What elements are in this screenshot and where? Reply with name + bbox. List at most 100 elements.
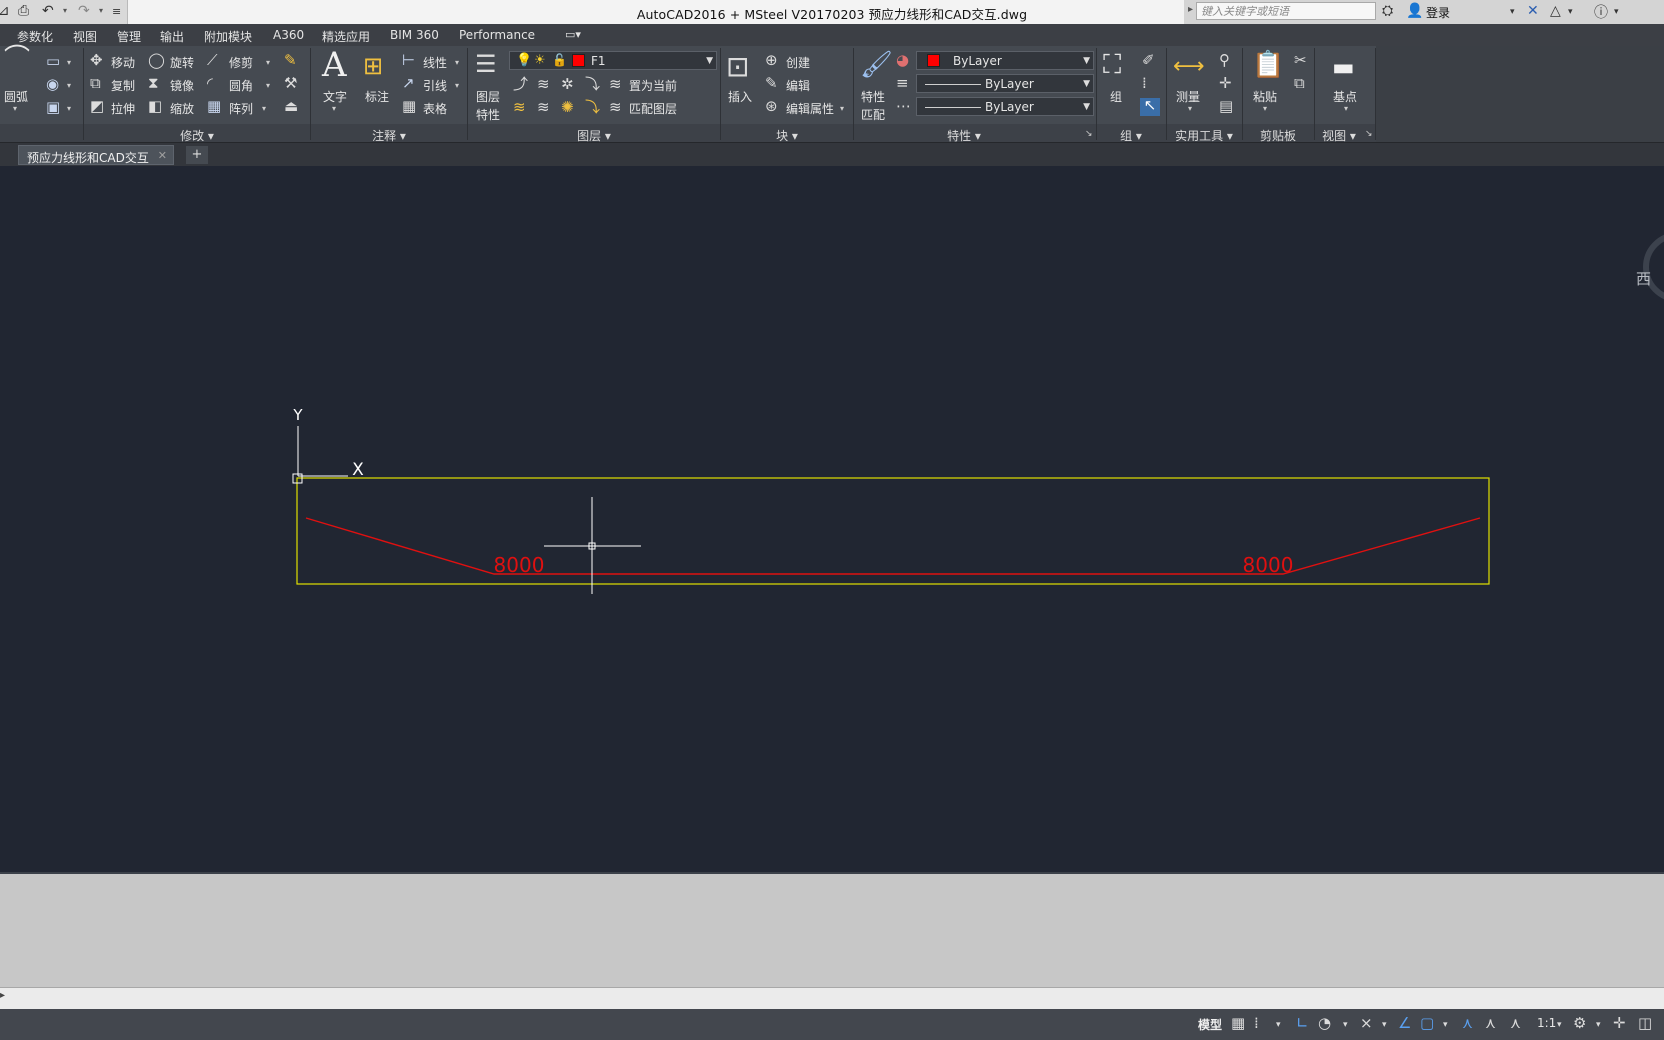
snap-dropdown-icon[interactable]: ▾ xyxy=(1276,1020,1281,1030)
set-current-button[interactable]: 置为当前 xyxy=(629,77,677,94)
base-view-icon[interactable]: ▬ xyxy=(1332,55,1355,79)
set-current-icon[interactable]: ≋ xyxy=(609,77,622,92)
hatch-dropdown-icon[interactable]: ▾ xyxy=(67,81,71,90)
a360-icon[interactable]: △ xyxy=(1550,3,1561,19)
copy-button[interactable]: 复制 xyxy=(111,77,135,94)
workspace-dropdown-icon[interactable]: ▾ xyxy=(1596,1020,1601,1030)
offset-icon[interactable]: ⏏ xyxy=(284,99,298,114)
lineweight-combo-dropdown-icon[interactable]: ▼ xyxy=(1083,102,1090,112)
rectangle-icon[interactable]: ▭ xyxy=(46,54,60,69)
arc-icon[interactable]: ⌒ xyxy=(4,46,30,72)
user-icon[interactable]: 👤 xyxy=(1406,3,1423,19)
explode-icon[interactable]: ⚒ xyxy=(284,76,297,91)
insert-block-icon[interactable]: ⊡ xyxy=(726,53,749,81)
fillet-dropdown-icon[interactable]: ▾ xyxy=(266,81,270,90)
rotate-icon[interactable]: ◯ xyxy=(148,53,165,68)
scale-button[interactable]: 缩放 xyxy=(170,100,194,117)
move-button[interactable]: 移动 xyxy=(111,54,135,71)
layer-combo-dropdown-icon[interactable]: ▼ xyxy=(706,56,713,66)
paste-icon[interactable]: 📋 xyxy=(1252,52,1284,78)
panel-title-properties[interactable]: 特性 ▾ xyxy=(854,127,1074,143)
tab-featured-apps[interactable]: 精选应用 xyxy=(322,28,370,45)
panel-title-clipboard[interactable]: 剪贴板 xyxy=(1243,127,1313,143)
isodraft-dropdown-icon[interactable]: ▾ xyxy=(1382,1020,1387,1030)
new-tab-button[interactable]: + xyxy=(186,146,208,164)
panel-title-modify[interactable]: 修改 ▾ xyxy=(84,127,310,143)
grid-icon[interactable]: ▦ xyxy=(1231,1014,1245,1032)
panel-title-utilities[interactable]: 实用工具 ▾ xyxy=(1167,127,1241,143)
calculator-icon[interactable]: ▤ xyxy=(1219,99,1233,114)
fillet-button[interactable]: 圆角 xyxy=(229,77,253,94)
move-icon[interactable]: ✥ xyxy=(90,53,103,68)
layer-unlock-all-icon[interactable]: ⤵ xyxy=(585,100,600,115)
arc-label[interactable]: 圆弧 xyxy=(4,88,28,105)
help-icon[interactable]: ⓘ xyxy=(1594,2,1608,22)
workspace-gear-icon[interactable]: ⚙ xyxy=(1573,1014,1586,1032)
copy-icon[interactable]: ⧉ xyxy=(90,76,101,91)
color-combo[interactable]: ByLayer ▼ xyxy=(916,51,1094,70)
polar-dropdown-icon[interactable]: ▾ xyxy=(1343,1020,1348,1030)
layer-lock-icon[interactable]: ⤵ xyxy=(585,77,600,92)
fillet-icon[interactable]: ◜ xyxy=(207,76,213,91)
layer-combo[interactable]: 💡 ☀ 🔓 F1 ▼ xyxy=(509,51,717,70)
mirror-button[interactable]: 镜像 xyxy=(170,77,194,94)
layer-properties-label-1[interactable]: 图层 xyxy=(476,88,500,105)
trim-icon[interactable]: ⟋ xyxy=(207,53,218,68)
layer-on-icon[interactable]: 💡 xyxy=(516,53,532,68)
layer-unisolate-icon[interactable]: ≋ xyxy=(537,100,550,115)
layer-thaw-all-icon[interactable]: ✺ xyxy=(561,100,574,115)
id-point-icon[interactable]: ✛ xyxy=(1219,76,1232,91)
group-icon[interactable]: ⛶ xyxy=(1103,52,1121,78)
edit-block-icon[interactable]: ✎ xyxy=(765,76,778,91)
layer-properties-label-2[interactable]: 特性 xyxy=(476,106,500,123)
edit-attributes-dropdown-icon[interactable]: ▾ xyxy=(840,104,844,113)
tab-parametric[interactable]: 参数化 xyxy=(17,28,53,45)
isodraft-icon[interactable]: ⨯ xyxy=(1360,1014,1373,1032)
plus-icon[interactable]: ✛ xyxy=(1613,1014,1626,1032)
ungroup-icon[interactable]: ✐ xyxy=(1142,53,1155,68)
paste-dropdown-icon[interactable]: ▾ xyxy=(1263,104,1267,113)
properties-launcher-icon[interactable]: ↘ xyxy=(1085,129,1093,139)
match-properties-label-1[interactable]: 特性 xyxy=(861,88,885,105)
dimension-icon[interactable]: ⊞ xyxy=(363,54,383,78)
stretch-button[interactable]: 拉伸 xyxy=(111,100,135,117)
search-input[interactable] xyxy=(1196,2,1376,20)
linetype-combo[interactable]: ByLayer ▼ xyxy=(916,74,1094,93)
customize-status-icon[interactable]: ◫ xyxy=(1638,1014,1652,1032)
command-line[interactable]: ▸ xyxy=(0,987,1664,1010)
leader-button[interactable]: 引线 xyxy=(423,77,447,94)
rotate-button[interactable]: 旋转 xyxy=(170,54,194,71)
tab-performance[interactable]: Performance xyxy=(459,28,535,42)
edit-block-button[interactable]: 编辑 xyxy=(786,77,810,94)
object-snap-dropdown-icon[interactable]: ▾ xyxy=(1443,1020,1448,1030)
linetype-combo-dropdown-icon[interactable]: ▼ xyxy=(1083,79,1090,89)
login-dropdown-icon[interactable]: ▾ xyxy=(1510,7,1515,17)
tab-output[interactable]: 输出 xyxy=(160,28,184,45)
measure-icon[interactable]: ⟷ xyxy=(1173,56,1205,78)
exchange-icon[interactable]: ✕ xyxy=(1527,3,1539,19)
tab-a360[interactable]: A360 xyxy=(273,28,304,42)
trim-dropdown-icon[interactable]: ▾ xyxy=(266,58,270,67)
model-space-button[interactable]: 模型 xyxy=(1198,1016,1222,1033)
drawing-canvas[interactable]: Y X 8000 8000 西 xyxy=(0,166,1664,872)
array-icon[interactable]: ▦ xyxy=(207,99,221,114)
hatch-icon[interactable]: ◉ xyxy=(46,77,59,92)
annotation-visibility-icon[interactable]: ⋏ xyxy=(1462,1014,1473,1032)
layer-properties-icon[interactable]: ☰ xyxy=(475,52,497,76)
layer-freeze-icon[interactable]: ✲ xyxy=(561,77,574,92)
linear-dropdown-icon[interactable]: ▾ xyxy=(455,58,459,67)
base-view-dropdown-icon[interactable]: ▾ xyxy=(1344,104,1348,113)
text-button[interactable]: 文字 xyxy=(323,88,347,105)
copy-clip-icon[interactable]: ⧉ xyxy=(1294,76,1305,91)
array-button[interactable]: 阵列 xyxy=(229,100,253,117)
help-dropdown-icon[interactable]: ▾ xyxy=(1614,7,1619,17)
table-icon[interactable]: ▦ xyxy=(402,99,416,114)
leader-icon[interactable]: ↗ xyxy=(402,76,415,91)
linetype-icon[interactable]: ⋯ xyxy=(896,99,911,114)
paste-button[interactable]: 粘贴 xyxy=(1253,88,1277,105)
tab-view[interactable]: 视图 xyxy=(73,28,97,45)
auto-scale-icon[interactable]: ⋏ xyxy=(1485,1014,1496,1032)
annotation-scale-icon[interactable]: ⋏ xyxy=(1510,1014,1521,1032)
match-layer-button[interactable]: 匹配图层 xyxy=(629,100,677,117)
scale-dropdown-icon[interactable]: ▾ xyxy=(1557,1020,1562,1030)
